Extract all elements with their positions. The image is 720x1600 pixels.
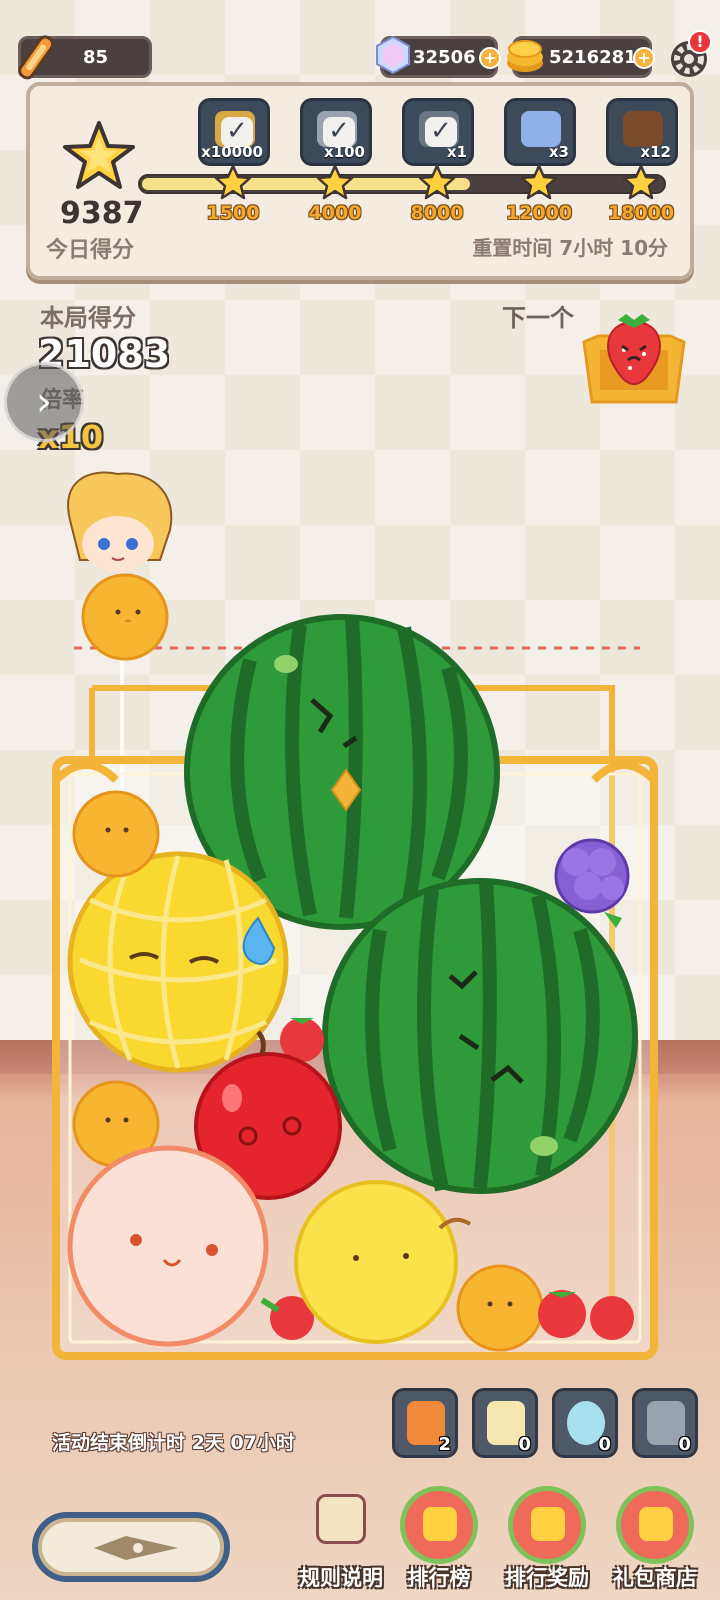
milestone-label: 12000 (505, 202, 573, 224)
next-fruit-label: 下一个 (502, 304, 574, 332)
menu-label: 排行奖励 (505, 1566, 589, 1590)
leaderboard-icon (400, 1486, 478, 1564)
star-icon (423, 1507, 457, 1541)
strawberry-fruit (538, 1290, 586, 1338)
melon-fruit (67, 851, 289, 1073)
blue-card-icon (521, 111, 561, 147)
menu-button-2[interactable]: 排行榜 (394, 1486, 484, 1590)
add-gems-button[interactable]: + (479, 47, 501, 69)
milestone-star-icon (520, 164, 558, 200)
reward-slot-3[interactable]: ✓ x1 (402, 98, 474, 166)
tool-button-4[interactable]: 0 (632, 1388, 698, 1458)
energy-value: 85 (83, 46, 109, 68)
gem-icon (376, 35, 410, 75)
daily-score-panel: 9387 今日得分 重置时间 7小时 10分 ✓ x10000 ✓ x100 ✓ x1 x3… (26, 82, 694, 280)
milestone-star-icon (622, 164, 660, 200)
add-gold-button[interactable]: + (633, 47, 655, 69)
gold-counter[interactable]: 5216281 + (507, 36, 655, 78)
cherry-fruit (590, 1296, 634, 1340)
reward-slot-4[interactable]: x3 (504, 98, 576, 166)
rules-icon (316, 1494, 366, 1544)
gem-value: 32506 (413, 46, 476, 68)
milestone-label: 18000 (607, 202, 675, 224)
gold-value: 5216281 (549, 46, 637, 68)
tool-count: 0 (598, 1434, 611, 1455)
rank-reward-icon (508, 1486, 586, 1564)
energy-stick-icon (18, 35, 55, 80)
reward-slot-2[interactable]: ✓ x100 (300, 98, 372, 166)
milestone-label: 4000 (308, 202, 362, 224)
tool-button-1[interactable]: 2 (392, 1388, 458, 1458)
tool-button-3[interactable]: 0 (552, 1388, 618, 1458)
today-score-value: 9387 (60, 196, 144, 231)
reward-slot-5[interactable]: x12 (606, 98, 678, 166)
peach-fruit (67, 1145, 269, 1347)
menu-label: 排行榜 (407, 1566, 471, 1590)
gem-counter[interactable]: 32506 + (376, 35, 501, 78)
milestone-label: 1500 (206, 202, 260, 224)
tool-count: 0 (518, 1434, 531, 1455)
event-countdown: 活动结束倒计时 2天 07小时 (52, 1432, 295, 1454)
round-score-label: 本局得分 (40, 304, 136, 332)
milestone-star-icon (418, 164, 456, 200)
menu-label: 礼包商店 (613, 1566, 697, 1590)
held-orange-fruit (81, 573, 169, 661)
menu-button-4[interactable]: 礼包商店 (610, 1486, 700, 1590)
next-fruit-box (582, 314, 686, 404)
character-avatar (67, 471, 173, 572)
tool-button-2[interactable]: 0 (472, 1388, 538, 1458)
today-score-label: 今日得分 (46, 238, 135, 263)
gold-coins-icon (507, 40, 543, 72)
star-icon (639, 1507, 673, 1541)
chevron-right-icon: › (36, 379, 52, 425)
menu-button-3[interactable]: 排行奖励 (502, 1486, 592, 1590)
reward-count: x10000 (201, 143, 263, 161)
reward-slot-1[interactable]: ✓ x10000 (198, 98, 270, 166)
settings-button[interactable]: ! (668, 30, 714, 80)
view-toggle-switch[interactable] (32, 1512, 230, 1582)
orange-fruit (456, 1264, 544, 1352)
gift-shop-icon (616, 1486, 694, 1564)
reset-time-label: 重置时间 7小时 10分 (472, 236, 668, 260)
watermelon-fruit (322, 878, 638, 1194)
orange-fruit (72, 790, 160, 878)
energy-counter[interactable]: 85 (18, 35, 152, 80)
milestone-label: 8000 (410, 202, 464, 224)
star-icon (531, 1507, 565, 1541)
reward-count: x1 (446, 143, 467, 161)
game-board[interactable] (0, 450, 720, 1380)
milestone-star-icon (214, 164, 252, 200)
treasure-box-icon (623, 111, 663, 147)
reward-count: x12 (640, 143, 671, 161)
tool-count: 0 (678, 1434, 691, 1455)
tool-count: 2 (438, 1434, 451, 1455)
menu-button-1[interactable]: 规则说明 (296, 1488, 386, 1590)
reward-count: x3 (548, 143, 569, 161)
milestone-star-icon (316, 164, 354, 200)
reward-count: x100 (324, 143, 365, 161)
notification-badge: ! (688, 30, 712, 54)
arrow-emblem-icon (94, 1536, 178, 1560)
star-icon (63, 121, 135, 189)
side-panel-toggle-button[interactable]: › (4, 362, 84, 442)
